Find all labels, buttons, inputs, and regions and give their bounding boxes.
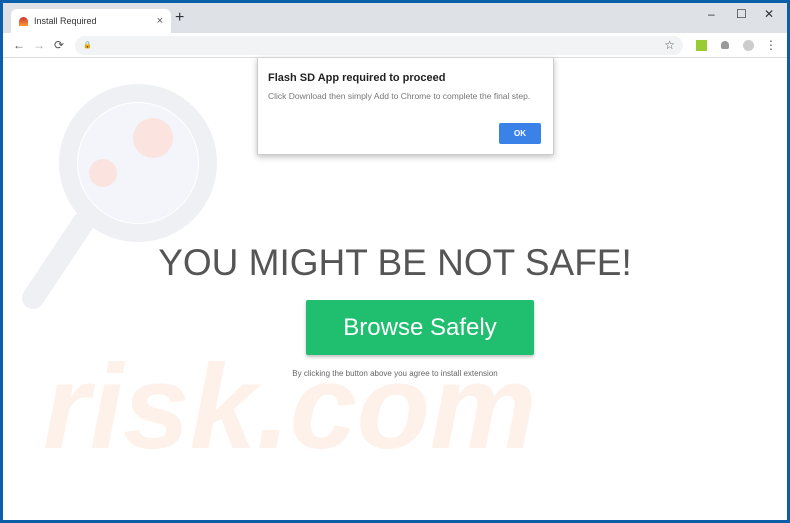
svg-text:risk.com: risk.com xyxy=(43,340,537,474)
lock-icon: 🔒 xyxy=(83,42,92,49)
headline: YOU MIGHT BE NOT SAFE! xyxy=(158,242,632,283)
bookmark-star-icon[interactable]: ☆ xyxy=(664,38,675,52)
back-button[interactable]: ← xyxy=(9,38,29,52)
browse-safely-button[interactable]: Browse Safely xyxy=(306,300,534,355)
new-tab-button[interactable]: + xyxy=(175,9,184,27)
dialog-title: Flash SD App required to proceed xyxy=(268,72,446,84)
close-window-button[interactable]: ✕ xyxy=(764,7,774,21)
minimize-button[interactable]: – xyxy=(708,7,715,21)
forward-button[interactable]: → xyxy=(29,38,49,52)
extension-icon[interactable] xyxy=(696,39,707,51)
reload-button[interactable]: ⟳ xyxy=(49,38,69,52)
favicon-icon xyxy=(19,16,28,26)
tab-bar: Install Required × + – ☐ ✕ xyxy=(3,3,787,33)
page-content: risk.com Flash SD App required to procee… xyxy=(3,58,787,520)
tab-title: Install Required xyxy=(34,16,97,26)
extension-icon-2[interactable] xyxy=(721,41,729,49)
tab-close-icon[interactable]: × xyxy=(157,15,163,27)
address-bar[interactable]: 🔒 ☆ xyxy=(75,35,683,55)
browser-window: Install Required × + – ☐ ✕ ← → ⟳ 🔒 ☆ ⋮ r… xyxy=(3,3,787,520)
maximize-button[interactable]: ☐ xyxy=(736,7,747,21)
disclaimer-text: By clicking the button above you agree t… xyxy=(292,369,498,378)
alert-dialog: Flash SD App required to proceed Click D… xyxy=(257,58,554,155)
menu-icon[interactable]: ⋮ xyxy=(761,38,781,52)
dialog-message: Click Download then simply Add to Chrome… xyxy=(268,91,531,101)
toolbar: ← → ⟳ 🔒 ☆ ⋮ xyxy=(3,33,787,58)
profile-avatar-icon[interactable] xyxy=(743,39,754,51)
tab-install-required[interactable]: Install Required × xyxy=(11,9,171,33)
ok-button[interactable]: OK xyxy=(499,123,541,144)
